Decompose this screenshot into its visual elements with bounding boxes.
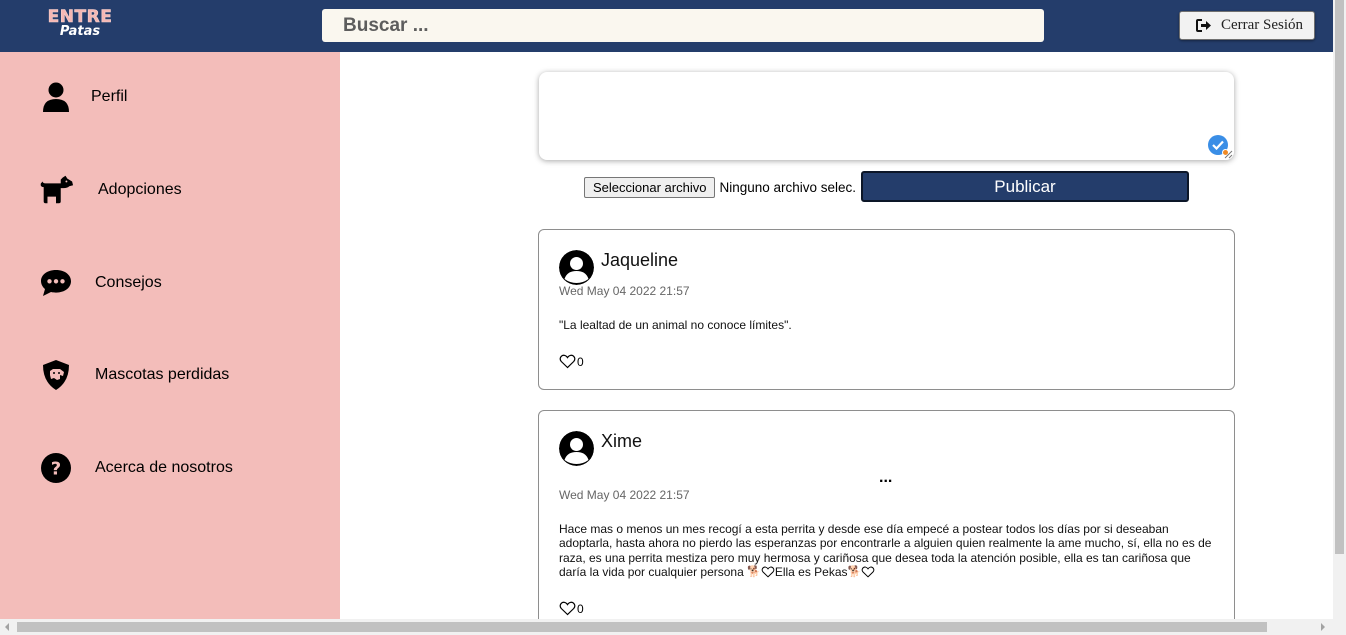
dog-icon <box>38 172 74 208</box>
avatar[interactable] <box>559 250 594 285</box>
post-body-line: Hace mas o menos un mes recogí a esta pe… <box>559 522 1169 536</box>
sidebar-item-perfil[interactable]: Perfil <box>38 77 127 117</box>
post-body: Hace mas o menos un mes recogí a esta pe… <box>559 522 1219 579</box>
post-body-line: daría la vida por cualquier persona 🐕 El… <box>559 565 1219 579</box>
post-date: Wed May 04 2022 21:57 <box>559 284 690 298</box>
sidebar-item-mascotas-perdidas[interactable]: Mascotas perdidas <box>38 355 229 395</box>
svg-text:?: ? <box>51 459 61 480</box>
sidebar-item-label: Adopciones <box>98 181 182 198</box>
sidebar: Perfil Adopciones Consejos Mascotas perd… <box>0 52 340 619</box>
sidebar-item-label: Consejos <box>95 274 162 291</box>
post-body-line: raza, es una perrita mestiza pero muy he… <box>559 550 1191 565</box>
dog-emoji-icon: 🐕 <box>747 565 761 578</box>
scroll-left-arrow-icon[interactable] <box>5 623 9 631</box>
chat-bubble-icon <box>38 265 74 301</box>
resize-handle-icon[interactable] <box>1224 150 1233 159</box>
shield-dog-icon <box>38 357 74 393</box>
file-select-button[interactable]: Seleccionar archivo <box>584 177 716 198</box>
post-textarea[interactable] <box>539 72 1234 160</box>
file-status-text: Ninguno archivo selec. <box>719 180 857 195</box>
dog-emoji-icon: 🐕 <box>847 565 862 578</box>
like-button[interactable]: 0 <box>559 601 584 616</box>
post-card: Jaqueline Wed May 04 2022 21:57 "La leal… <box>538 229 1235 390</box>
post-body-text: Ella es Pekas <box>774 564 848 579</box>
post-author[interactable]: Xime <box>601 431 642 452</box>
sidebar-item-acerca-de-nosotros[interactable]: ? Acerca de nosotros <box>38 448 233 488</box>
like-button[interactable]: 0 <box>559 354 584 369</box>
entre-patas-logo[interactable]: ENTRE Patas <box>44 8 116 44</box>
heart-emoji-icon <box>861 566 875 578</box>
publish-button[interactable]: Publicar <box>861 171 1189 202</box>
heart-emoji-icon <box>761 566 775 578</box>
horizontal-scrollbar-track[interactable] <box>0 619 1346 635</box>
user-icon <box>38 79 74 115</box>
question-circle-icon: ? <box>38 450 74 486</box>
like-count: 0 <box>577 601 584 616</box>
post-date: Wed May 04 2022 21:57 <box>559 488 690 502</box>
sidebar-item-label: Mascotas perdidas <box>95 366 230 383</box>
file-upload: Seleccionar archivo Ninguno archivo sele… <box>584 177 856 198</box>
post-author[interactable]: Jaqueline <box>601 250 678 271</box>
sidebar-item-label: Perfil <box>91 88 128 105</box>
scroll-right-arrow-icon[interactable] <box>1321 623 1325 631</box>
like-count: 0 <box>577 354 584 369</box>
sign-out-icon <box>1196 19 1211 32</box>
logout-label: Cerrar Sesión <box>1221 17 1304 33</box>
post-body: "La lealtad de un animal no conoce límit… <box>559 318 792 332</box>
horizontal-scrollbar-thumb[interactable] <box>17 622 1267 632</box>
top-navbar: ENTRE Patas Cerrar Sesión <box>0 0 1333 52</box>
sidebar-item-consejos[interactable]: Consejos <box>38 263 162 303</box>
heart-icon <box>559 354 576 369</box>
post-body-line: adoptarla, hasta ahora no pierdo las esp… <box>559 536 1212 551</box>
post-card: Xime ... Wed May 04 2022 21:57 Hace mas … <box>538 410 1235 635</box>
sidebar-item-label: Acerca de nosotros <box>95 459 233 476</box>
logout-button[interactable]: Cerrar Sesión <box>1179 11 1315 40</box>
heart-icon <box>559 601 576 616</box>
post-body-text: daría la vida por cualquier persona <box>559 564 748 579</box>
logo-line-2: Patas <box>59 24 101 39</box>
sidebar-item-adopciones[interactable]: Adopciones <box>38 170 182 210</box>
post-options-button[interactable]: ... <box>879 469 892 487</box>
vertical-scrollbar-thumb[interactable] <box>1335 0 1344 554</box>
search-input[interactable] <box>322 9 1044 42</box>
avatar[interactable] <box>559 431 594 466</box>
